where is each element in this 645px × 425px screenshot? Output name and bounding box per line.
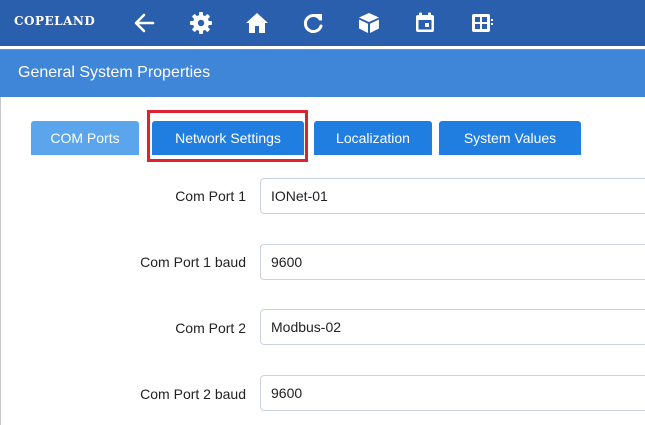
back-arrow-icon[interactable] xyxy=(127,6,161,40)
com-port-1-baud-label: Com Port 1 baud xyxy=(140,254,246,270)
calendar-icon[interactable] xyxy=(408,6,442,40)
com-port-2-baud-input[interactable] xyxy=(260,375,645,411)
tab-network-settings[interactable]: Network Settings xyxy=(152,121,304,155)
gear-icon[interactable] xyxy=(184,6,218,40)
dashboard-icon[interactable] xyxy=(464,6,498,40)
page-title: General System Properties xyxy=(18,64,211,81)
top-toolbar: COPELAND xyxy=(0,0,645,46)
refresh-icon[interactable] xyxy=(296,6,330,40)
tab-label: COM Ports xyxy=(50,130,120,146)
package-icon[interactable] xyxy=(352,6,386,40)
page-header: General System Properties xyxy=(0,49,645,97)
com-port-2-input[interactable] xyxy=(260,309,645,345)
com-port-2-label: Com Port 2 xyxy=(175,320,246,336)
tab-label: Localization xyxy=(336,130,410,146)
com-port-1-input[interactable] xyxy=(260,178,645,214)
brand-logo: COPELAND xyxy=(14,14,96,28)
tab-label: System Values xyxy=(463,130,557,146)
app-window: COPELAND General System Properties COM P… xyxy=(0,0,645,425)
tab-label: Network Settings xyxy=(175,130,281,146)
tab-localization[interactable]: Localization xyxy=(314,121,432,155)
com-port-1-label: Com Port 1 xyxy=(175,188,246,204)
com-port-2-baud-label: Com Port 2 baud xyxy=(140,386,246,402)
com-port-1-baud-input[interactable] xyxy=(260,244,645,280)
tab-system-values[interactable]: System Values xyxy=(439,121,581,155)
tab-com-ports[interactable]: COM Ports xyxy=(31,121,139,155)
home-icon[interactable] xyxy=(240,6,274,40)
